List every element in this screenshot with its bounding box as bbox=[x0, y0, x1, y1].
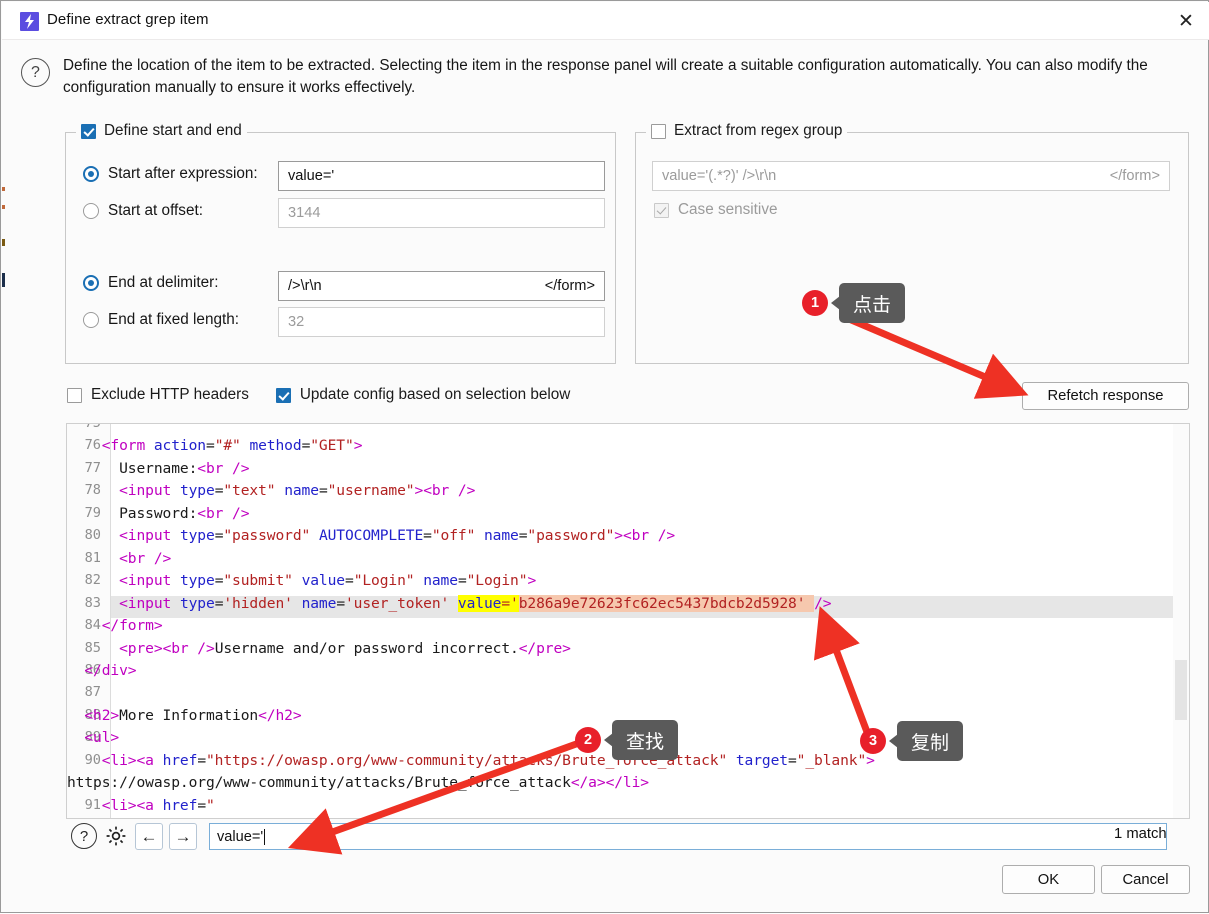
extract-regex-group: Extract from regex group value='(.*?)' /… bbox=[635, 122, 1189, 364]
exclude-http-headers-checkbox[interactable] bbox=[67, 387, 82, 403]
ok-button[interactable]: OK bbox=[1002, 865, 1095, 894]
end-at-delimiter-suffix: </form> bbox=[544, 278, 595, 294]
regex-input[interactable]: value='(.*?)' />\r\n </form> bbox=[652, 161, 1170, 191]
cancel-button[interactable]: Cancel bbox=[1101, 865, 1190, 894]
find-previous-button[interactable]: ← bbox=[135, 823, 163, 850]
annotation-callout-3: 复制 bbox=[888, 721, 964, 761]
close-icon[interactable]: ✕ bbox=[1163, 3, 1209, 40]
code-line: <li><a href="https://owasp.org/www-commu… bbox=[101, 751, 875, 769]
regex-placeholder: value='(.*?)' />\r\n bbox=[662, 168, 777, 184]
start-at-offset-input[interactable]: 3144 bbox=[278, 198, 605, 228]
start-after-expression-row[interactable]: Start after expression: bbox=[83, 165, 258, 183]
window-edge-sliver-1 bbox=[2, 187, 5, 191]
window-edge-sliver-3 bbox=[2, 239, 5, 246]
find-help-glyph: ? bbox=[71, 823, 97, 849]
dialog-window: Define extract grep item ✕ ? Define the … bbox=[0, 0, 1209, 913]
code-line: <h2>More Information</h2> bbox=[84, 706, 302, 724]
code-line: <li><a href=" bbox=[101, 796, 215, 814]
start-at-offset-label: Start at offset: bbox=[108, 202, 203, 219]
annotation-badge-2: 2 bbox=[575, 727, 601, 753]
editor-scrollbar[interactable] bbox=[1173, 424, 1189, 818]
end-at-delimiter-value: />\r\n bbox=[288, 278, 322, 294]
end-at-delimiter-row[interactable]: End at delimiter: bbox=[83, 274, 219, 292]
define-start-end-group: Define start and end Start after express… bbox=[65, 122, 616, 364]
code-line: <input type="submit" value="Login" name=… bbox=[119, 572, 537, 590]
lightning-bolt-icon bbox=[20, 12, 39, 31]
refetch-response-button[interactable]: Refetch response bbox=[1022, 382, 1189, 410]
code-line: <form action="#" method="GET"> bbox=[101, 437, 363, 455]
end-at-delimiter-label: End at delimiter: bbox=[108, 274, 219, 291]
end-at-fixed-length-radio[interactable] bbox=[83, 312, 99, 328]
code-line: <pre><br />Username and/or password inco… bbox=[119, 639, 571, 657]
update-config-label: Update config based on selection below bbox=[299, 386, 571, 403]
extract-regex-checkbox[interactable] bbox=[651, 123, 666, 139]
start-after-expression-label: Start after expression: bbox=[108, 165, 258, 182]
window-edge-sliver-2 bbox=[2, 205, 5, 209]
annotation-callout-2: 查找 bbox=[603, 720, 679, 760]
code-line: Password:<br /> bbox=[67, 504, 250, 522]
start-after-expression-input[interactable]: value=' bbox=[278, 161, 605, 191]
define-start-end-legend[interactable]: Define start and end bbox=[76, 122, 247, 140]
extract-regex-label: Extract from regex group bbox=[674, 122, 843, 139]
find-help-icon[interactable]: ? bbox=[70, 822, 98, 850]
update-config-checkbox[interactable] bbox=[275, 387, 291, 403]
code-line: <input type="password" AUTOCOMPLETE="off… bbox=[119, 527, 676, 545]
code-line: <input type='hidden' name='user_token' v… bbox=[119, 594, 832, 612]
annotation-badge-3: 3 bbox=[860, 728, 886, 754]
code-line: <br /> bbox=[119, 549, 172, 567]
end-at-fixed-length-label: End at fixed length: bbox=[108, 311, 239, 328]
gear-icon[interactable] bbox=[103, 823, 129, 849]
dialog-description: Define the location of the item to be ex… bbox=[63, 57, 1148, 96]
start-after-expression-value: value=' bbox=[288, 168, 335, 184]
code-line: Username:<br /> bbox=[67, 459, 250, 477]
text-caret bbox=[264, 828, 266, 845]
code-line: <input type="text" name="username"><br /… bbox=[119, 482, 476, 500]
window-title: Define extract grep item bbox=[47, 11, 209, 28]
define-start-end-label: Define start and end bbox=[104, 122, 242, 139]
editor-scrollbar-thumb[interactable] bbox=[1175, 660, 1187, 720]
find-input-value: value=' bbox=[217, 828, 264, 845]
window-edge-sliver-4 bbox=[2, 273, 5, 287]
find-bar: ? ← → value=' 1 match bbox=[65, 821, 1190, 861]
end-at-fixed-length-row[interactable]: End at fixed length: bbox=[83, 311, 239, 329]
regex-suffix: </form> bbox=[1109, 168, 1160, 184]
exclude-http-headers-label: Exclude HTTP headers bbox=[91, 386, 249, 403]
start-at-offset-row[interactable]: Start at offset: bbox=[83, 202, 203, 220]
start-at-offset-radio[interactable] bbox=[83, 203, 99, 219]
find-next-button[interactable]: → bbox=[169, 823, 197, 850]
code-line: </div> bbox=[84, 661, 137, 679]
title-bar: Define extract grep item ✕ bbox=[2, 2, 1209, 40]
case-sensitive-row[interactable]: Case sensitive bbox=[654, 201, 777, 219]
match-count-label: 1 match bbox=[1114, 826, 1167, 842]
case-sensitive-checkbox[interactable] bbox=[654, 202, 669, 218]
end-at-fixed-length-input[interactable]: 32 bbox=[278, 307, 605, 337]
end-at-delimiter-radio[interactable] bbox=[83, 275, 99, 291]
annotation-callout-1: 点击 bbox=[830, 283, 906, 323]
mid-options-row: Exclude HTTP headers Update config based… bbox=[67, 386, 570, 404]
code-line: <ul> bbox=[84, 729, 120, 747]
line-number: 75 bbox=[84, 423, 101, 431]
find-input[interactable]: value=' bbox=[209, 823, 1167, 850]
annotation-badge-1: 1 bbox=[802, 290, 828, 316]
code-line: </form> bbox=[101, 617, 163, 635]
start-after-expression-radio[interactable] bbox=[83, 166, 99, 182]
code-line: https://owasp.org/www-community/attacks/… bbox=[67, 774, 649, 792]
help-icon: ? bbox=[21, 58, 50, 87]
end-at-fixed-length-placeholder: 32 bbox=[288, 314, 305, 330]
start-at-offset-placeholder: 3144 bbox=[288, 205, 321, 221]
line-number: 87 bbox=[84, 684, 101, 701]
define-start-end-checkbox[interactable] bbox=[81, 123, 96, 139]
end-at-delimiter-input[interactable]: />\r\n </form> bbox=[278, 271, 605, 301]
case-sensitive-label: Case sensitive bbox=[678, 201, 778, 218]
extract-regex-legend[interactable]: Extract from regex group bbox=[646, 122, 848, 140]
